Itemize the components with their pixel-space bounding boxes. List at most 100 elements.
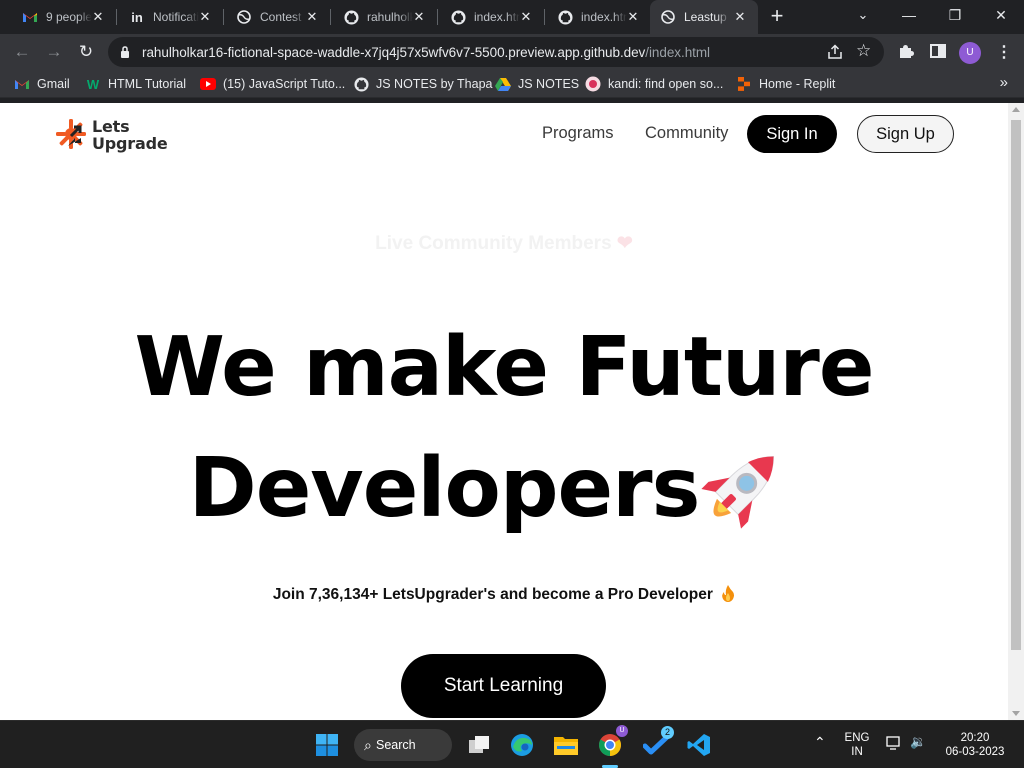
back-button[interactable]: ← — [9, 39, 35, 65]
more-bookmarks-chevron-icon[interactable]: » — [1000, 74, 1008, 91]
bookmark-html-tutorial[interactable]: W HTML Tutorial — [85, 76, 186, 92]
nav-programs-link[interactable]: Programs — [542, 124, 614, 143]
close-tab-icon[interactable]: ✕ — [90, 9, 106, 25]
tab-divider — [544, 9, 545, 25]
tab-index-2[interactable]: index.html ✕ — [547, 4, 651, 30]
tab-title: index.html — [581, 10, 627, 24]
gmail-icon — [22, 9, 38, 25]
tab-title: Leastup — [684, 10, 727, 24]
windows-start-icon[interactable] — [311, 729, 343, 761]
bookmark-star-icon[interactable]: ☆ — [856, 41, 871, 61]
tab-title: 9 people — [46, 10, 92, 24]
close-tab-icon[interactable]: ✕ — [625, 9, 641, 25]
file-explorer-icon[interactable] — [550, 729, 582, 761]
todo-badge: 2 — [661, 726, 674, 739]
replit-icon — [736, 76, 752, 92]
tab-index-1[interactable]: index.html ✕ — [440, 4, 544, 30]
tab-gmail[interactable]: 9 people ✕ — [12, 4, 116, 30]
tab-title: Contest — [260, 10, 302, 24]
microsoft-todo-icon[interactable]: 2 — [640, 726, 674, 761]
address-bar[interactable]: rahulholkar16-fictional-space-waddle-x7j… — [108, 37, 884, 67]
bookmark-js-notes[interactable]: JS NOTES — [495, 76, 579, 92]
github-icon — [450, 9, 466, 25]
bookmark-label: Gmail — [37, 77, 70, 91]
bookmark-gmail[interactable]: Gmail — [14, 76, 70, 92]
scroll-down-arrow-icon[interactable] — [1012, 711, 1020, 716]
task-view-icon[interactable] — [463, 729, 495, 761]
github-icon — [343, 9, 359, 25]
linkedin-icon: in — [131, 9, 143, 25]
volume-icon[interactable]: 🔉 — [910, 735, 926, 749]
fire-icon — [722, 585, 735, 602]
letsupgrade-logo[interactable]: Lets Upgrade — [54, 116, 168, 154]
scroll-up-arrow-icon[interactable] — [1012, 107, 1020, 112]
bookmark-js-notes-thapa[interactable]: JS NOTES by Thapa — [353, 76, 493, 92]
language-line-1: ENG — [844, 732, 870, 744]
side-panel-icon[interactable] — [928, 42, 948, 62]
bookmark-label: JS NOTES — [518, 77, 580, 91]
search-icon: ⌕ — [364, 737, 372, 753]
vscode-icon[interactable] — [683, 729, 715, 761]
hero-tagline: Join 7,36,134+ LetsUpgrader's and become… — [0, 585, 1008, 604]
globe-icon — [660, 9, 676, 25]
system-clock[interactable]: 20:20 06-03-2023 — [940, 731, 1010, 759]
close-tab-icon[interactable]: ✕ — [518, 9, 534, 25]
bookmark-replit[interactable]: Home - Replit — [736, 76, 835, 92]
extensions-puzzle-icon[interactable] — [896, 42, 916, 62]
close-tab-icon[interactable]: ✕ — [197, 9, 213, 25]
logo-wordmark: Lets Upgrade — [92, 118, 168, 152]
lock-icon — [121, 46, 129, 58]
hero-heading-line-1: We make Future — [134, 320, 875, 415]
close-window-button[interactable]: ✕ — [978, 0, 1024, 30]
scrollbar-thumb[interactable] — [1011, 120, 1021, 650]
bookmark-kandi[interactable]: kandi: find open so... — [585, 76, 723, 92]
nav-community-link[interactable]: Community — [645, 124, 728, 143]
bookmark-label: (15) JavaScript Tuto... — [223, 77, 346, 91]
language-indicator[interactable]: ENG IN — [840, 731, 874, 759]
rocket-icon — [701, 455, 775, 529]
close-tab-icon[interactable]: ✕ — [304, 9, 320, 25]
bookmarks-bar: Gmail W HTML Tutorial (15) JavaScript Tu… — [0, 70, 1024, 98]
tab-search-chevron-icon[interactable]: ⌄ — [840, 0, 886, 30]
tab-divider — [116, 9, 117, 25]
network-icon[interactable] — [886, 736, 902, 754]
minimize-button[interactable]: — — [886, 0, 932, 30]
windows-taskbar: ⌕ Search U 2 ⌃ ENG IN 🔉 20:20 06-03-2023 — [0, 720, 1024, 768]
new-tab-button[interactable]: + — [766, 5, 788, 28]
edge-browser-icon[interactable] — [506, 729, 538, 761]
start-learning-button[interactable]: Start Learning — [401, 654, 606, 718]
globe-icon — [236, 9, 252, 25]
sign-up-button[interactable]: Sign Up — [857, 115, 954, 153]
tab-active-leastup[interactable]: Leastup ✕ — [650, 0, 758, 34]
tab-title: Notifications — [153, 10, 199, 24]
browser-toolbar: ← → ↻ rahulholkar16-fictional-space-wadd… — [0, 34, 1024, 70]
google-drive-icon — [495, 76, 511, 92]
chrome-taskbar-icon[interactable]: U — [594, 725, 628, 761]
chrome-profile-badge: U — [616, 725, 628, 737]
bookmark-label: kandi: find open so... — [608, 77, 724, 91]
show-hidden-icons-chevron-icon[interactable]: ⌃ — [814, 735, 826, 749]
close-tab-icon[interactable]: ✕ — [732, 9, 748, 25]
share-icon[interactable] — [826, 43, 844, 61]
url-text[interactable]: rahulholkar16-fictional-space-waddle-x7j… — [142, 45, 710, 60]
clock-time: 20:20 — [960, 732, 990, 744]
sign-in-button[interactable]: Sign In — [747, 115, 837, 153]
tab-contest[interactable]: Contest ✕ — [226, 4, 330, 30]
profile-avatar[interactable]: U — [959, 42, 981, 64]
url-host: rahulholkar16-fictional-space-waddle-x7j… — [142, 45, 646, 60]
heart-icon: ❤ — [616, 233, 633, 254]
forward-button[interactable]: → — [41, 39, 67, 65]
reload-button[interactable]: ↻ — [73, 39, 99, 65]
taskbar-search-label: Search — [376, 738, 416, 752]
bookmark-javascript-tutorial[interactable]: (15) JavaScript Tuto... — [200, 76, 345, 92]
taskbar-search-button[interactable]: ⌕ Search — [354, 729, 452, 761]
page-viewport: Lets Upgrade Programs Community Sign In … — [0, 103, 1024, 720]
chrome-menu-icon[interactable]: ⋮ — [994, 42, 1014, 62]
bookmark-label: Home - Replit — [759, 77, 836, 91]
close-tab-icon[interactable]: ✕ — [411, 9, 427, 25]
restore-button[interactable]: ❐ — [932, 0, 978, 30]
tab-github-repo[interactable]: rahulholkar16 ✕ — [333, 4, 437, 30]
page-scrollbar[interactable] — [1008, 103, 1024, 720]
browser-tab-strip: 9 people ✕ in Notifications ✕ Contest ✕ … — [0, 0, 1024, 34]
tab-linkedin[interactable]: in Notifications ✕ — [119, 4, 223, 30]
